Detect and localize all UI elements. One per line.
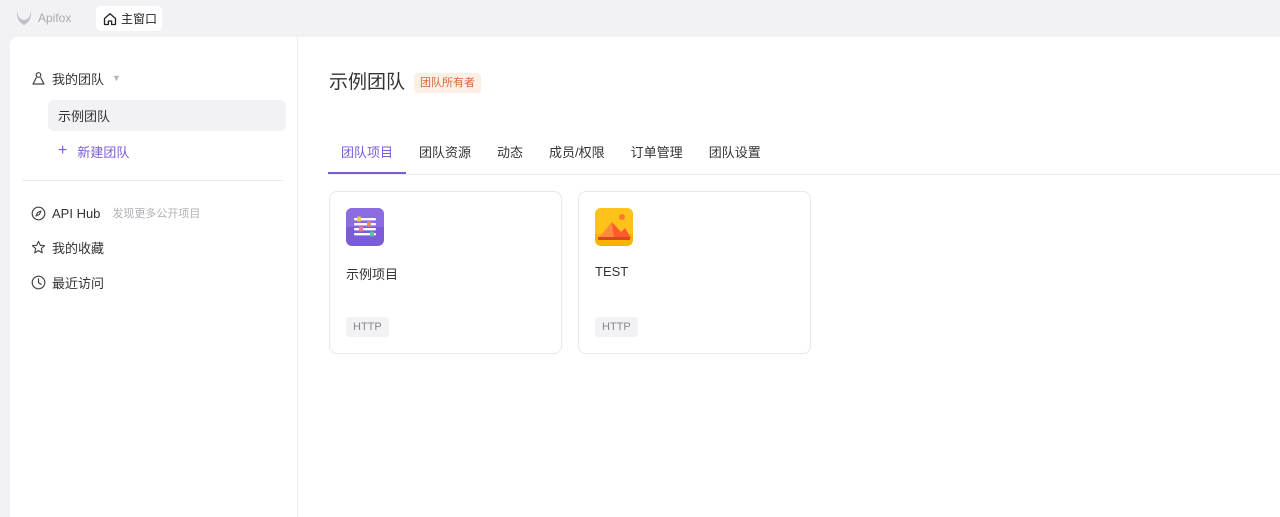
tab-team-resources[interactable]: 团队资源 xyxy=(406,140,484,174)
new-team-label: 新建团队 xyxy=(77,144,130,160)
title-bar: Apifox 主窗口 xyxy=(0,0,1280,37)
team-tabs: 团队项目 团队资源 动态 成员/权限 订单管理 团队设置 xyxy=(328,140,774,174)
sidebar-item-example-team[interactable]: 示例团队 xyxy=(48,100,286,131)
tab-order-management[interactable]: 订单管理 xyxy=(618,140,696,174)
project-name: 示例项目 xyxy=(346,267,399,282)
app-brand-name: Apifox xyxy=(38,11,72,25)
tab-team-projects[interactable]: 团队项目 xyxy=(328,140,407,174)
sidebar-item-label: 示例团队 xyxy=(58,109,111,124)
new-team-button[interactable]: + 新建团队 xyxy=(58,142,129,160)
tabs-divider xyxy=(328,174,1280,175)
favorites-label: 我的收藏 xyxy=(52,240,105,256)
tab-main-window-label: 主窗口 xyxy=(121,12,158,26)
compass-icon xyxy=(31,206,46,221)
main-panel: 示例团队 团队所有者 团队项目 团队资源 动态 成员/权限 订单管理 团队设置 … xyxy=(298,37,1280,517)
recent-label: 最近访问 xyxy=(52,275,105,291)
owner-badge: 团队所有者 xyxy=(414,73,481,93)
sidebar-divider xyxy=(22,180,284,181)
team-icon xyxy=(31,71,46,86)
sidebar-item-recent[interactable]: 最近访问 xyxy=(31,273,104,291)
app-brand: Apifox xyxy=(15,9,71,27)
sidebar: 我的团队 ▼ 示例团队 + 新建团队 API Hub 发现更多公开项目 我的收藏 xyxy=(10,37,298,517)
sliders-icon xyxy=(346,208,384,246)
sidebar-item-favorites[interactable]: 我的收藏 xyxy=(31,238,104,256)
page-title: 示例团队 xyxy=(329,72,406,93)
tab-activity[interactable]: 动态 xyxy=(484,140,536,174)
api-hub-hint: 发现更多公开项目 xyxy=(112,208,201,220)
project-type-tag: HTTP xyxy=(346,317,389,337)
project-name: TEST xyxy=(595,264,629,279)
project-card-test[interactable]: TEST HTTP xyxy=(578,191,811,354)
tab-members-permissions[interactable]: 成员/权限 xyxy=(536,140,618,174)
caret-down-icon: ▼ xyxy=(112,73,121,83)
team-switcher[interactable]: 我的团队 ▼ xyxy=(31,69,121,87)
landscape-icon xyxy=(595,208,633,246)
clock-icon xyxy=(31,275,46,290)
tab-team-settings[interactable]: 团队设置 xyxy=(696,140,774,174)
star-icon xyxy=(31,240,46,255)
project-card-example[interactable]: 示例项目 HTTP xyxy=(329,191,562,354)
api-hub-label: API Hub xyxy=(52,205,101,221)
apifox-logo-icon xyxy=(15,10,33,26)
tab-main-window[interactable]: 主窗口 xyxy=(96,6,162,31)
sidebar-item-api-hub[interactable]: API Hub 发现更多公开项目 xyxy=(31,204,200,222)
home-icon xyxy=(103,12,117,26)
plus-icon: + xyxy=(58,142,68,159)
project-type-tag: HTTP xyxy=(595,317,638,337)
team-switcher-label: 我的团队 xyxy=(52,71,105,87)
